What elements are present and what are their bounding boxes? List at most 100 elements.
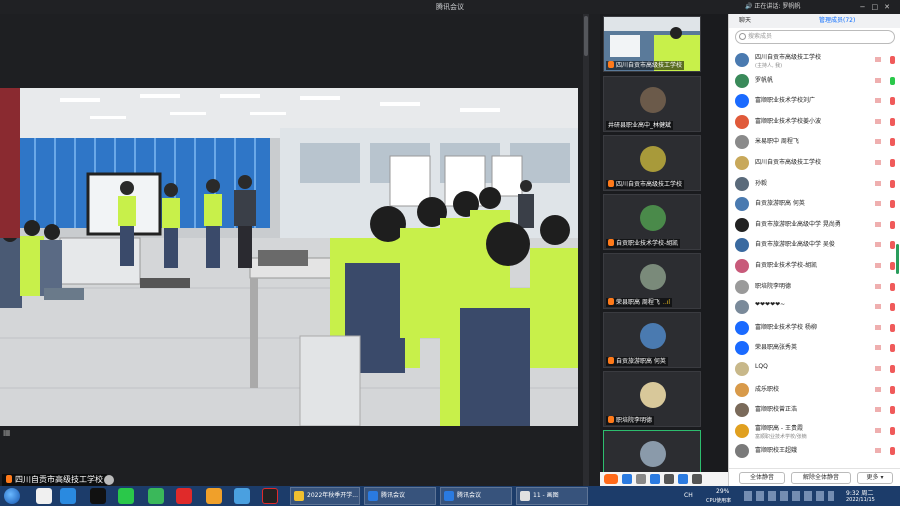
mic-muted-icon[interactable]	[890, 138, 895, 147]
camera-off-icon[interactable]	[875, 283, 881, 289]
camera-off-icon[interactable]	[875, 201, 881, 207]
music-icon[interactable]	[176, 488, 192, 504]
video-tile[interactable]: 井研县职业高中_林健斌	[603, 76, 701, 132]
participant-row[interactable]: 富顺职校曾正浩	[735, 400, 895, 420]
mic-muted-icon[interactable]	[890, 200, 895, 209]
participant-row[interactable]: 自贡市旅游职业高级中学 吴俊	[735, 235, 895, 255]
mic-muted-icon[interactable]	[890, 220, 895, 229]
keyboard-icon[interactable]	[664, 474, 674, 484]
participant-row[interactable]: 四川自贡市高级技工学校	[735, 153, 895, 173]
tab-chat[interactable]: 聊天	[729, 14, 751, 28]
taskbar-task[interactable]: 腾讯会议	[364, 487, 436, 505]
mic-muted-icon[interactable]	[890, 323, 895, 332]
participant-row[interactable]: 自贡旅游职高 何英	[735, 194, 895, 214]
participant-scrollbar[interactable]	[896, 244, 899, 274]
camera-off-icon[interactable]	[875, 221, 881, 227]
tray-icons[interactable]	[744, 491, 834, 501]
mic-muted-icon[interactable]	[890, 97, 895, 106]
video-tile[interactable]: 荣县职高 周程飞 ..ıl	[603, 253, 701, 309]
tshirt-icon[interactable]	[678, 474, 688, 484]
qq-icon[interactable]	[90, 488, 106, 504]
camera-off-icon[interactable]	[875, 324, 881, 330]
app-icon[interactable]	[148, 488, 164, 504]
mic-muted-icon[interactable]	[890, 447, 895, 456]
camera-off-icon[interactable]	[875, 304, 881, 310]
participant-list[interactable]: 四川自贡市高级技工学校 (主持人, 我) 罗帆帆 富顺职业技术学校刘广 富顺职业技术学校…	[729, 50, 900, 470]
video-tile[interactable]: 四川自贡市高级技工学校	[603, 16, 701, 72]
start-button[interactable]	[4, 488, 20, 504]
camera-off-icon[interactable]	[875, 98, 881, 104]
mute-all-button[interactable]: 全体静音	[739, 472, 785, 484]
participant-row[interactable]: 孙毅	[735, 174, 895, 194]
camera-off-icon[interactable]	[875, 366, 881, 371]
participant-row[interactable]: 职培院李明德	[735, 277, 895, 297]
taskbar-task[interactable]: 11 - 画图	[516, 487, 588, 505]
unmute-all-button[interactable]: 解除全体静音	[791, 472, 851, 484]
participant-row[interactable]: 四川自贡市高级技工学校 (主持人, 我)	[735, 50, 895, 70]
mic-muted-icon[interactable]	[890, 303, 895, 312]
mic-muted-icon[interactable]	[890, 282, 895, 291]
mic-muted-icon[interactable]	[890, 117, 895, 126]
moon-icon[interactable]	[636, 474, 646, 484]
ie-icon[interactable]	[60, 488, 76, 504]
camera-off-icon[interactable]	[875, 242, 881, 248]
layout-icon[interactable]: ▦	[3, 428, 15, 438]
camera-off-icon[interactable]	[875, 448, 881, 454]
mic-muted-icon[interactable]	[890, 241, 895, 250]
participant-row[interactable]: 富顺职业技术学校 杨柳	[735, 318, 895, 338]
video-tile[interactable]: 四川自贡市高级技工学校	[603, 135, 701, 191]
video-tile[interactable]: 自贡旅游职高 何英	[603, 312, 701, 368]
camera-off-icon[interactable]	[875, 77, 881, 83]
participant-row[interactable]: 富顺职校王超娥	[735, 441, 895, 461]
video-tile[interactable]: 自贡职业技术学校-胡凯	[603, 194, 701, 250]
video-tile[interactable]: 职培院李明德	[603, 371, 701, 427]
participant-row[interactable]: ❤❤❤❤❤~	[735, 297, 895, 317]
browser2-icon[interactable]	[234, 488, 250, 504]
mic-muted-icon[interactable]	[890, 344, 895, 353]
taskbar-task[interactable]: 腾讯会议	[440, 487, 512, 505]
mic-muted-icon[interactable]	[890, 406, 895, 415]
mic-muted-icon[interactable]	[890, 262, 895, 270]
participant-row[interactable]: 富顺职业技术学校姜小波	[735, 112, 895, 132]
camera-off-icon[interactable]	[875, 57, 881, 62]
camera-off-icon[interactable]	[875, 160, 881, 165]
mic-on-icon[interactable]	[890, 76, 895, 85]
camera-off-icon[interactable]	[875, 139, 881, 145]
taskbar-task[interactable]: 2022年秋季开学...	[290, 487, 360, 505]
wechat-icon[interactable]	[118, 488, 134, 504]
participant-row[interactable]: 自贡市旅游职业高级中学 晃尚勇	[735, 215, 895, 235]
participant-row[interactable]: 富顺职高 - 王贵霞 富顺职业技术学校/张楠	[735, 421, 895, 441]
participant-row[interactable]: LQQ	[735, 359, 895, 379]
mic-muted-icon[interactable]	[890, 179, 895, 188]
mic-muted-icon[interactable]	[890, 385, 895, 394]
camera-off-icon[interactable]	[875, 118, 881, 124]
mic-muted-icon[interactable]	[890, 56, 895, 64]
input-language[interactable]: CH	[684, 492, 693, 499]
mic-muted-icon[interactable]	[890, 159, 895, 167]
tab-manage-members[interactable]: 管理成员(72)	[809, 14, 855, 28]
main-video[interactable]	[0, 88, 578, 426]
camera-off-icon[interactable]	[875, 427, 881, 433]
participant-row[interactable]: 荣县职高张秀英	[735, 338, 895, 358]
participant-row[interactable]: 成乐职校	[735, 380, 895, 400]
recorder-icon[interactable]	[262, 488, 278, 504]
participant-row[interactable]: 自贡职业技术学校-胡凯	[735, 256, 895, 276]
search-input[interactable]: 搜索成员	[735, 30, 895, 44]
participant-row[interactable]: 罗帆帆	[735, 71, 895, 91]
camera-off-icon[interactable]	[875, 263, 881, 268]
grid-icon[interactable]	[692, 474, 702, 484]
mic-muted-icon[interactable]	[890, 426, 895, 435]
participant-row[interactable]: 米易职中 周程飞	[735, 132, 895, 152]
more-button[interactable]: 更多 ▾	[857, 472, 893, 484]
tile-scrollbar[interactable]	[583, 14, 589, 486]
browser-icon[interactable]	[36, 488, 52, 504]
camera-off-icon[interactable]	[875, 345, 881, 351]
microphone-icon[interactable]	[650, 474, 660, 484]
camera-off-icon[interactable]	[875, 180, 881, 186]
participant-row[interactable]: 富顺职业技术学校刘广	[735, 91, 895, 111]
camera-off-icon[interactable]	[875, 386, 881, 392]
camera-off-icon[interactable]	[875, 407, 881, 413]
media-icon[interactable]	[206, 488, 222, 504]
chinese-input-icon[interactable]	[622, 474, 632, 484]
mic-muted-icon[interactable]	[890, 365, 895, 373]
